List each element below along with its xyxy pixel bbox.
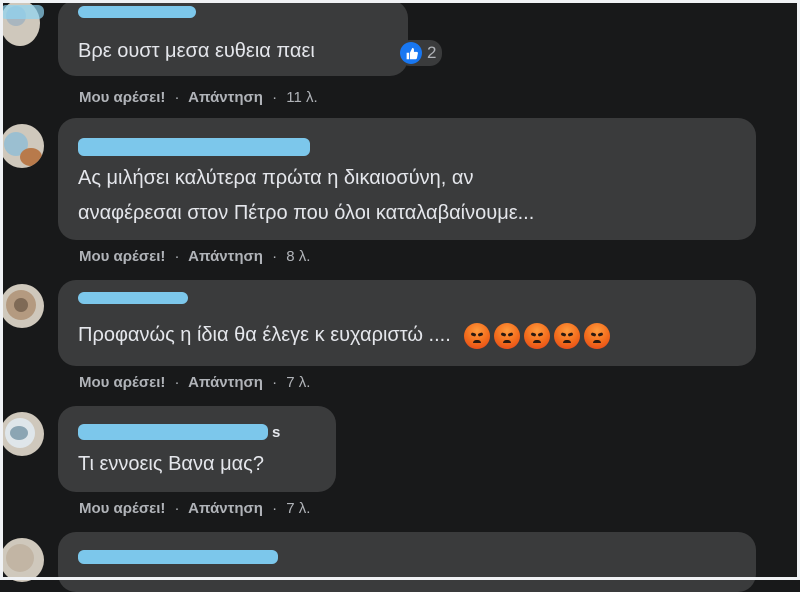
avatar[interactable]	[0, 412, 44, 456]
author-name-redacted[interactable]	[0, 5, 44, 19]
comment-bubble: Ας μιλήσει καλύτερα πρώτα η δικαιοσύνη, …	[58, 118, 756, 240]
reply-link[interactable]: Απάντηση	[188, 89, 263, 106]
comment-bubble: s Τι εννοεις Βανα μας?	[58, 406, 336, 492]
like-link[interactable]: Μου αρέσει!	[79, 89, 165, 106]
timestamp[interactable]: 8 λ.	[286, 248, 310, 265]
timestamp[interactable]: 7 λ.	[286, 500, 310, 517]
comment-text: Τι εννοεις Βανα μας?	[78, 453, 264, 475]
angry-emoji	[494, 322, 521, 349]
like-link[interactable]: Μου αρέσει!	[79, 374, 165, 391]
author-name-redacted[interactable]	[78, 550, 278, 564]
separator: ·	[272, 89, 278, 106]
comment-bubble: Προφανώς η ίδια θα έλεγε κ ευχαριστώ ...…	[58, 280, 756, 366]
separator: ·	[174, 89, 180, 106]
reply-link[interactable]: Απάντηση	[188, 500, 263, 517]
comment-actions: Μου αρέσει! · Απάντηση · 7 λ.	[79, 500, 310, 517]
separator: ·	[272, 500, 278, 517]
separator: ·	[272, 248, 278, 265]
comment-text: Βρε ουστ μεσα ευθεια παει	[78, 40, 315, 62]
comment-actions: Μου αρέσει! · Απάντηση · 8 λ.	[79, 248, 310, 265]
reply-link[interactable]: Απάντηση	[188, 248, 263, 265]
separator: ·	[174, 500, 180, 517]
like-count[interactable]: 2	[398, 40, 443, 66]
separator: ·	[174, 374, 180, 391]
like-count-value: 2	[427, 43, 437, 62]
comment-bubble	[58, 532, 756, 592]
author-name-redacted[interactable]	[78, 6, 196, 18]
timestamp[interactable]: 7 λ.	[286, 374, 310, 391]
comment-text: Προφανώς η ίδια θα έλεγε κ ευχαριστώ ...…	[78, 319, 611, 351]
separator: ·	[174, 248, 180, 265]
angry-emoji	[464, 322, 491, 349]
author-name-redacted[interactable]	[78, 138, 310, 156]
timestamp[interactable]: 11 λ.	[286, 89, 317, 106]
avatar[interactable]	[0, 538, 44, 582]
comment-text-value: Προφανώς η ίδια θα έλεγε κ ευχαριστώ ...…	[78, 324, 451, 346]
comment-actions: Μου αρέσει! · Απάντηση · 7 λ.	[79, 374, 310, 391]
author-name-suffix[interactable]: s	[272, 424, 280, 441]
angry-emoji	[584, 322, 611, 349]
reaction-emoji-row	[464, 322, 611, 349]
avatar[interactable]	[0, 284, 44, 328]
reply-link[interactable]: Απάντηση	[188, 374, 263, 391]
thumbs-up-icon	[400, 42, 422, 64]
comment-bubble: Βρε ουστ μεσα ευθεια παει	[58, 0, 408, 76]
author-name-redacted[interactable]	[78, 424, 268, 440]
comment-text: Ας μιλήσει καλύτερα πρώτα η δικαιοσύνη, …	[78, 167, 474, 189]
separator: ·	[272, 374, 278, 391]
avatar[interactable]	[0, 124, 44, 168]
angry-emoji	[554, 322, 581, 349]
comment-text: αναφέρεσαι στον Πέτρο που όλοι καταλαβαί…	[78, 202, 535, 224]
like-link[interactable]: Μου αρέσει!	[79, 248, 165, 265]
author-name-redacted[interactable]	[78, 292, 188, 304]
comment-actions: Μου αρέσει! · Απάντηση · 11 λ.	[79, 89, 318, 106]
angry-emoji	[524, 322, 551, 349]
like-link[interactable]: Μου αρέσει!	[79, 500, 165, 517]
